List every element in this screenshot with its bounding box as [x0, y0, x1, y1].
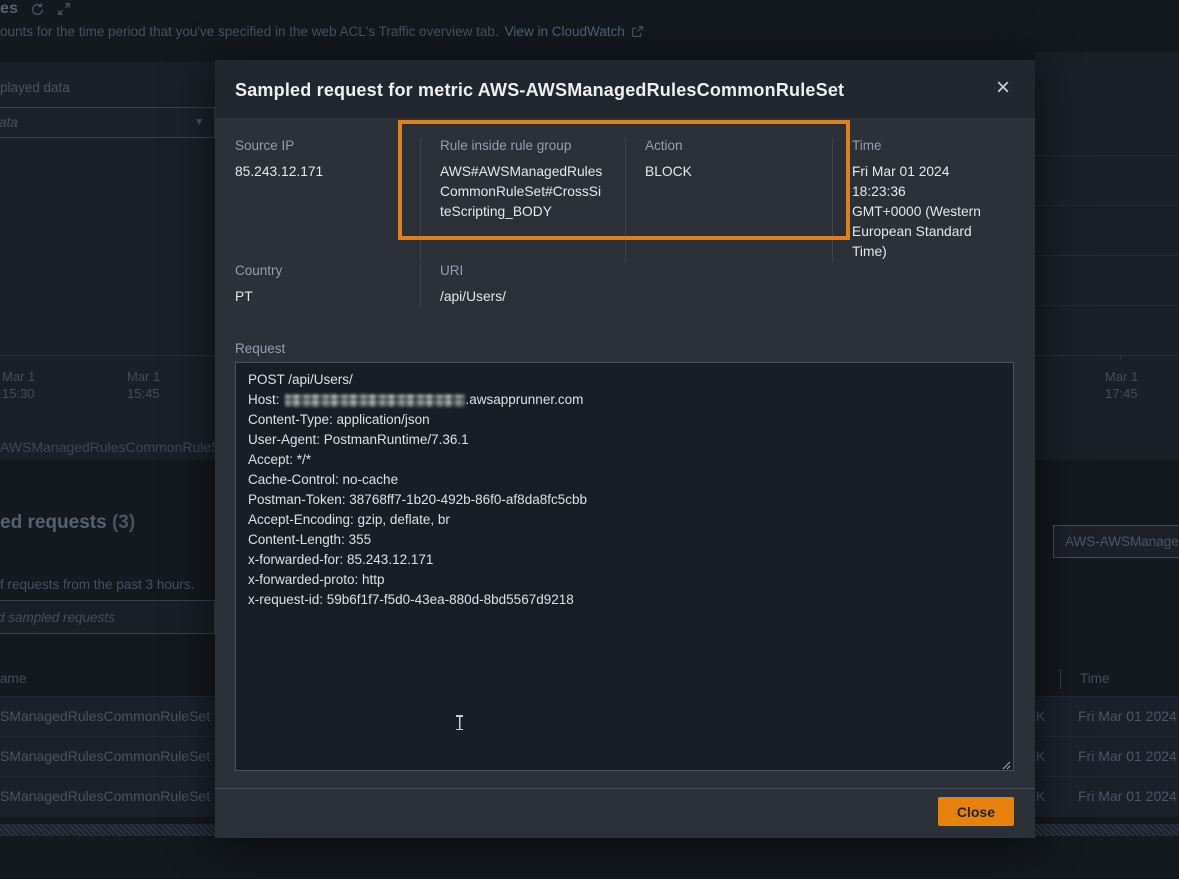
row-name: SManagedRulesCommonRuleSet	[0, 708, 210, 724]
row-action-fragment: K	[1036, 708, 1045, 724]
chart-gridline	[1035, 305, 1179, 306]
displayed-data-label: played data	[0, 80, 70, 95]
refresh-icon[interactable]	[30, 2, 45, 17]
chart-legend: AWSManagedRulesCommonRuleS	[0, 439, 215, 455]
request-line: POST /api/Users/	[248, 370, 1001, 390]
background-chart-panel-left: played data ata ▼ Mar 1 15:30 Mar 1 15:4…	[0, 62, 215, 460]
view-in-cloudwatch-link[interactable]: View in CloudWatch	[505, 24, 625, 39]
field-value: AWS#AWSManagedRules CommonRuleSet#CrossS…	[440, 162, 613, 222]
close-button[interactable]: Close	[938, 797, 1014, 826]
close-icon[interactable]: ×	[989, 74, 1017, 102]
x-axis-tick-label: Mar 1 15:30	[2, 368, 35, 402]
field-label: Country	[235, 263, 408, 278]
column-header-time: Time	[1080, 671, 1110, 686]
request-textarea[interactable]: POST /api/Users/ Host: .awsapprunner.com…	[235, 362, 1014, 771]
field-country: Country PT	[235, 263, 420, 307]
field-value: Fri Mar 01 2024 18:23:36 GMT+0000 (Weste…	[852, 162, 1003, 262]
x-axis-tick-label: Mar 1 17:45	[1105, 368, 1138, 402]
row-name: SManagedRulesCommonRuleSet	[0, 788, 210, 804]
text-cursor	[455, 715, 464, 730]
sampled-request-modal: Sampled request for metric AWS-AWSManage…	[215, 60, 1035, 838]
request-label: Request	[235, 341, 285, 356]
chart-gridline	[1035, 255, 1179, 256]
resize-handle-icon[interactable]	[999, 756, 1011, 768]
chart-gridline	[1035, 205, 1179, 206]
field-label: Source IP	[235, 138, 408, 153]
background-page-heading: es	[0, 0, 71, 18]
field-time: Time Fri Mar 01 2024 18:23:36 GMT+0000 (…	[832, 138, 1015, 262]
background-description: ounts for the time period that you've sp…	[0, 24, 644, 39]
field-label: URI	[440, 263, 1003, 278]
field-value: /api/Users/	[440, 287, 1003, 307]
field-label: Action	[645, 138, 820, 153]
background-chart-panel-right: Mar 1 17:45	[1035, 52, 1179, 460]
row-time: Fri Mar 01 2024	[1078, 788, 1177, 804]
field-label: Time	[852, 138, 1003, 153]
displayed-data-select[interactable]: ata ▼	[0, 107, 215, 138]
row-action-fragment: K	[1036, 788, 1045, 804]
row-name: SManagedRulesCommonRuleSet	[0, 748, 210, 764]
modal-header: Sampled request for metric AWS-AWSManage…	[215, 60, 1035, 118]
screen: es ounts for the time period that you've…	[0, 0, 1179, 879]
description-text-fragment: ounts for the time period that you've sp…	[0, 24, 499, 39]
row-time: Fri Mar 01 2024	[1078, 708, 1177, 724]
sampled-requests-heading-fragment: ed requests	[0, 512, 107, 533]
request-headers: Content-Type: application/json User-Agen…	[248, 410, 1001, 610]
column-header-name: ame	[0, 671, 26, 686]
field-value: PT	[235, 287, 408, 307]
field-label: Rule inside rule group	[440, 138, 613, 153]
field-rule-inside-rule-group: Rule inside rule group AWS#AWSManagedRul…	[420, 138, 625, 262]
sampled-requests-count: (3)	[112, 512, 135, 533]
host-prefix: Host:	[248, 390, 280, 410]
modal-fields-row-2: Country PT URI /api/Users/	[235, 263, 1015, 307]
page-title-fragment: es	[0, 0, 18, 18]
chart-x-axis	[1035, 355, 1179, 356]
caret-down-icon: ▼	[194, 117, 204, 128]
modal-footer-divider	[215, 788, 1035, 789]
row-time: Fri Mar 01 2024	[1078, 748, 1177, 764]
field-source-ip: Source IP 85.243.12.171	[235, 138, 420, 262]
sampled-requests-heading: ed requests (3)	[0, 512, 135, 534]
sampled-requests-filter-input[interactable]: d sampled requests	[0, 600, 215, 634]
sampled-requests-description: f requests from the past 3 hours.	[0, 577, 194, 592]
chart-gridline	[1035, 155, 1179, 156]
column-divider[interactable]	[1060, 669, 1061, 689]
field-uri: URI /api/Users/	[420, 263, 1015, 307]
external-link-icon	[631, 25, 644, 38]
chart-x-axis	[0, 355, 215, 356]
metric-select-button[interactable]: AWS-AWSManaged	[1053, 525, 1179, 558]
request-host-line: Host: .awsapprunner.com	[248, 390, 1001, 410]
field-action: Action BLOCK	[625, 138, 832, 262]
row-action-fragment: K	[1036, 748, 1045, 764]
modal-fields-row-1: Source IP 85.243.12.171 Rule inside rule…	[235, 138, 1015, 262]
expand-icon[interactable]	[57, 2, 71, 16]
field-value: 85.243.12.171	[235, 162, 408, 182]
displayed-data-value: ata	[0, 115, 18, 130]
x-axis-tickmark	[1120, 355, 1121, 360]
field-value: BLOCK	[645, 162, 820, 182]
modal-title: Sampled request for metric AWS-AWSManage…	[235, 80, 844, 101]
redacted-host	[285, 394, 465, 407]
host-suffix: .awsapprunner.com	[466, 390, 584, 410]
x-axis-tick-label: Mar 1 15:45	[127, 368, 160, 402]
